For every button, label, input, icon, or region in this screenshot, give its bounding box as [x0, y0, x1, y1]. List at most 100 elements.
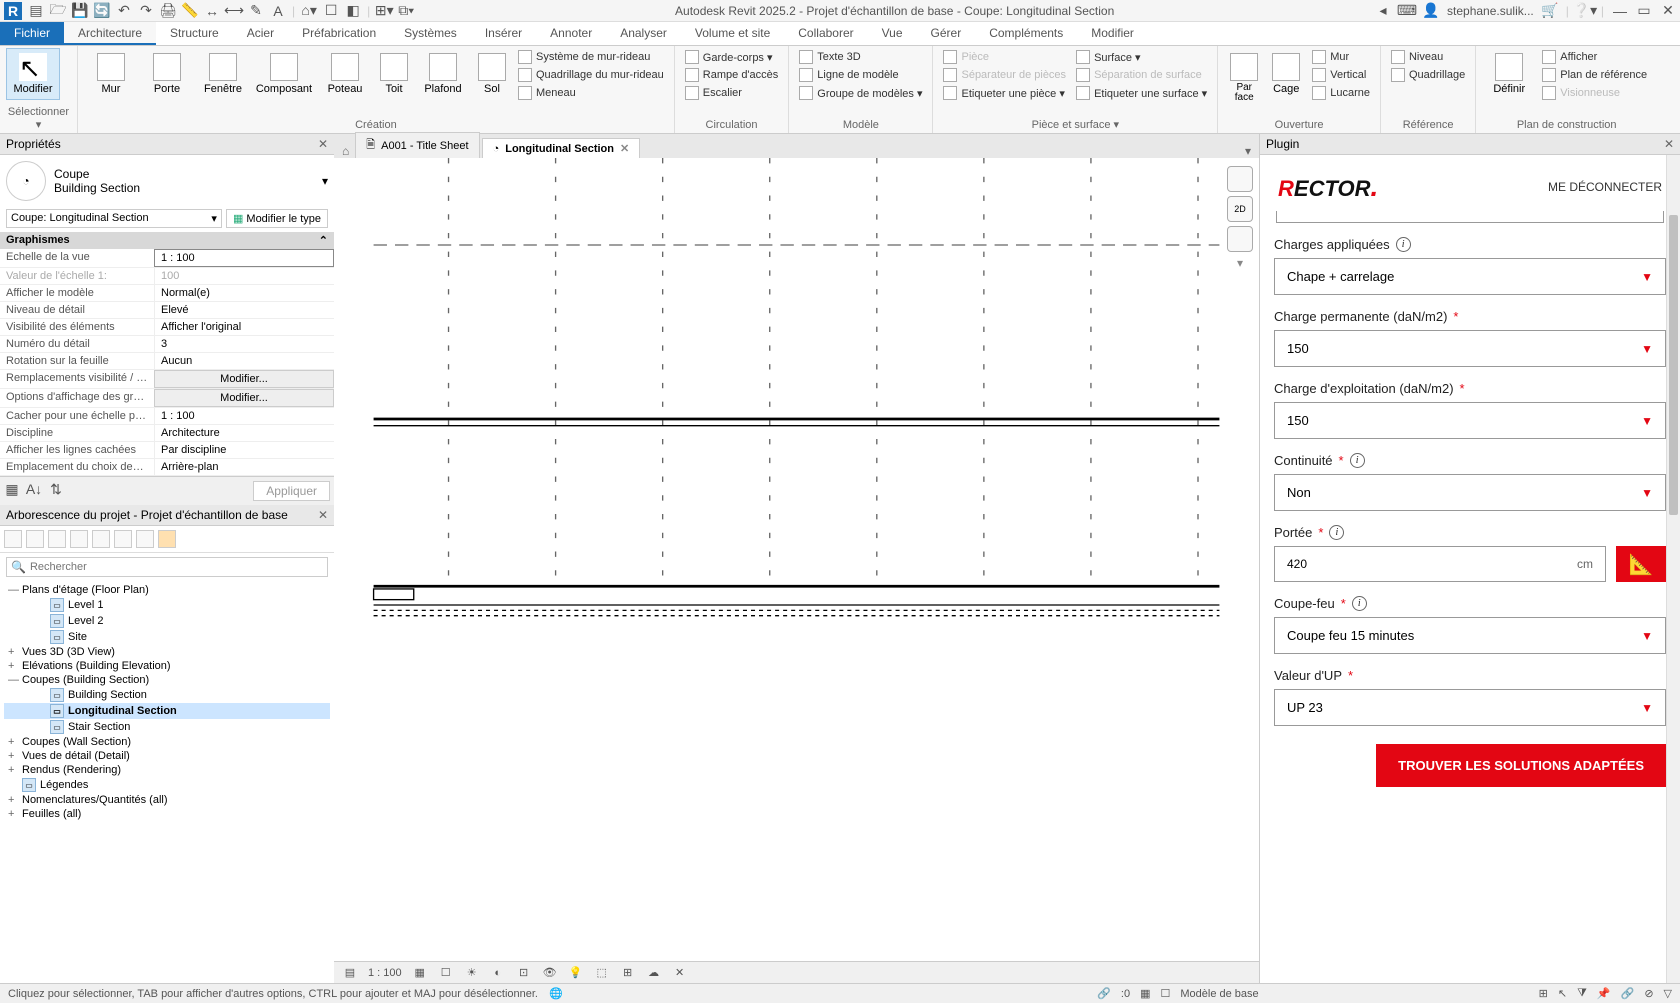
find-solutions-button[interactable]: TROUVER LES SOLUTIONS ADAPTÉES	[1376, 744, 1666, 787]
vc-reveal-icon[interactable]: 💡	[568, 965, 584, 981]
tree-node[interactable]: ▭Level 2	[4, 613, 330, 629]
define-button[interactable]: Définir	[1482, 48, 1536, 100]
ribbon-tab-fichier[interactable]: Fichier	[0, 22, 64, 45]
status-select-icon[interactable]: ↖	[1558, 987, 1567, 1000]
vc-visual-icon[interactable]: ☐	[438, 965, 454, 981]
user-name[interactable]: stephane.sulik...	[1447, 4, 1534, 18]
property-value[interactable]: Aucun	[154, 353, 334, 369]
qat-tag-icon[interactable]: ✎	[248, 3, 264, 19]
vc-crop-icon[interactable]: ⊡	[516, 965, 532, 981]
close-icon[interactable]: ✕	[1660, 3, 1676, 19]
property-edit-button[interactable]: Modifier...	[154, 389, 334, 407]
dormer-button[interactable]: Lucarne	[1308, 84, 1374, 102]
status-globe-icon[interactable]: 🌐	[549, 988, 563, 1000]
shaft-button[interactable]: Cage	[1266, 48, 1306, 100]
tab-menu-icon[interactable]: ▾	[1245, 144, 1251, 158]
cont-select[interactable]: Non▼	[1274, 474, 1666, 511]
property-value[interactable]: Afficher l'original	[154, 319, 334, 335]
vc-x-icon[interactable]: ✕	[672, 965, 688, 981]
qat-section-icon[interactable]: ◧	[345, 3, 361, 19]
qat-save-icon[interactable]: 💾	[72, 3, 88, 19]
ceiling-button[interactable]: Plafond	[416, 48, 470, 100]
tree-node[interactable]: —Coupes (Building Section)	[4, 673, 330, 687]
prop-section-graphismes[interactable]: Graphismes⌃	[0, 232, 334, 249]
ribbon-tab-complements[interactable]: Compléments	[975, 22, 1077, 45]
tab-home-icon[interactable]: ⌂	[342, 144, 349, 158]
tree-node[interactable]: +Vues de détail (Detail)	[4, 749, 330, 763]
expand-icon[interactable]: +	[8, 736, 18, 748]
qat-sync-icon[interactable]: 🔄	[94, 3, 110, 19]
surface-button[interactable]: Surface ▾	[1072, 48, 1211, 66]
property-row[interactable]: Emplacement du choix des co...Arrière-pl…	[0, 459, 334, 476]
nav-home-icon[interactable]	[1227, 166, 1253, 192]
nav-down-icon[interactable]: ▾	[1227, 256, 1253, 270]
grid-button[interactable]: Quadrillage	[1387, 66, 1469, 84]
tree-node[interactable]: +Coupes (Wall Section)	[4, 735, 330, 749]
qat-dim-icon[interactable]: ⟷	[226, 3, 242, 19]
expand-icon[interactable]: +	[8, 660, 18, 672]
model-text-button[interactable]: Texte 3D	[795, 48, 926, 66]
vc-cloud-icon[interactable]: ☁	[646, 965, 662, 981]
property-value[interactable]: Par discipline	[154, 442, 334, 458]
disconnect-button[interactable]: ME DÉCONNECTER	[1548, 180, 1662, 194]
tree-node[interactable]: +Vues 3D (3D View)	[4, 645, 330, 659]
project-browser-tree[interactable]: —Plans d'étage (Floor Plan)▭Level 1▭Leve…	[0, 581, 334, 983]
tree-node[interactable]: +Feuilles (all)	[4, 807, 330, 821]
tree-node[interactable]: ▭Stair Section	[4, 719, 330, 735]
type-dropdown-icon[interactable]: ▾	[322, 174, 328, 188]
browser-tool5-icon[interactable]	[92, 530, 110, 548]
property-edit-button[interactable]: Modifier...	[154, 370, 334, 388]
tree-node[interactable]: ▭Longitudinal Section	[4, 703, 330, 719]
ribbon-tab-analyser[interactable]: Analyser	[606, 22, 681, 45]
wall-button[interactable]: Mur	[84, 48, 138, 100]
help-icon[interactable]: ❔▾	[1577, 3, 1593, 19]
ribbon-tab-systemes[interactable]: Systèmes	[390, 22, 471, 45]
byface-button[interactable]: Parface	[1224, 48, 1264, 108]
tag-surf-button[interactable]: Etiqueter une surface ▾	[1072, 84, 1211, 102]
charges-select[interactable]: Chape + carrelage▼	[1274, 258, 1666, 295]
nav-wheel-icon[interactable]	[1227, 226, 1253, 252]
qat-undo-icon[interactable]: ↶	[116, 3, 132, 19]
apply-button[interactable]: Appliquer	[253, 481, 330, 501]
user-icon[interactable]: 👤	[1423, 3, 1439, 19]
minimize-icon[interactable]: —	[1612, 3, 1628, 19]
status-icon-2[interactable]: ▦	[1140, 987, 1150, 1000]
qat-align-icon[interactable]: ↔	[204, 3, 220, 19]
property-value[interactable]: Arrière-plan	[154, 459, 334, 475]
plugin-close-icon[interactable]: ✕	[1664, 137, 1674, 151]
property-value[interactable]: 100	[154, 268, 334, 284]
property-row[interactable]: Afficher le modèleNormal(e)	[0, 285, 334, 302]
qat-switch-icon[interactable]: ⧉▾	[398, 3, 414, 19]
maximize-icon[interactable]: ▭	[1636, 3, 1652, 19]
show-button[interactable]: Afficher	[1538, 48, 1651, 66]
expand-icon[interactable]: —	[8, 674, 18, 686]
search-input[interactable]	[30, 561, 323, 573]
expl-select[interactable]: 150▼	[1274, 402, 1666, 439]
column-button[interactable]: Poteau	[318, 48, 372, 100]
plugin-scrollbar[interactable]	[1666, 155, 1680, 983]
tree-node[interactable]: +Elévations (Building Elevation)	[4, 659, 330, 673]
ribbon-tab-annoter[interactable]: Annoter	[536, 22, 606, 45]
prop-filter-icon[interactable]: ⇅	[48, 481, 64, 497]
status-icon-1[interactable]: 🔗	[1097, 987, 1111, 1000]
tab-close-icon[interactable]: ✕	[620, 142, 629, 155]
window-button[interactable]: Fenêtre	[196, 48, 250, 100]
level-button[interactable]: Niveau	[1387, 48, 1469, 66]
coupefeu-select[interactable]: Coupe feu 15 minutes▼	[1274, 617, 1666, 654]
prop-sort-icon[interactable]: A↓	[26, 481, 42, 497]
property-row[interactable]: DisciplineArchitecture	[0, 425, 334, 442]
open-vert-button[interactable]: Vertical	[1308, 66, 1374, 84]
floor-button[interactable]: Sol	[472, 48, 512, 100]
property-row[interactable]: Options d'affichage des graphi...Modifie…	[0, 389, 334, 408]
info-icon[interactable]: i	[1350, 453, 1365, 468]
qat-print-icon[interactable]: 🖨	[160, 3, 176, 19]
browser-tool6-icon[interactable]	[114, 530, 132, 548]
qat-3d-icon[interactable]: ☐	[323, 3, 339, 19]
info-icon[interactable]: i	[1329, 525, 1344, 540]
property-row[interactable]: Rotation sur la feuilleAucun	[0, 353, 334, 370]
railing-button[interactable]: Garde-corps ▾	[681, 48, 782, 66]
properties-close-icon[interactable]: ✕	[318, 137, 328, 151]
tree-node[interactable]: ▭Légendes	[4, 777, 330, 793]
vc-detail-icon[interactable]: ▦	[412, 965, 428, 981]
vc-shadow-icon[interactable]: ◐	[490, 965, 506, 981]
